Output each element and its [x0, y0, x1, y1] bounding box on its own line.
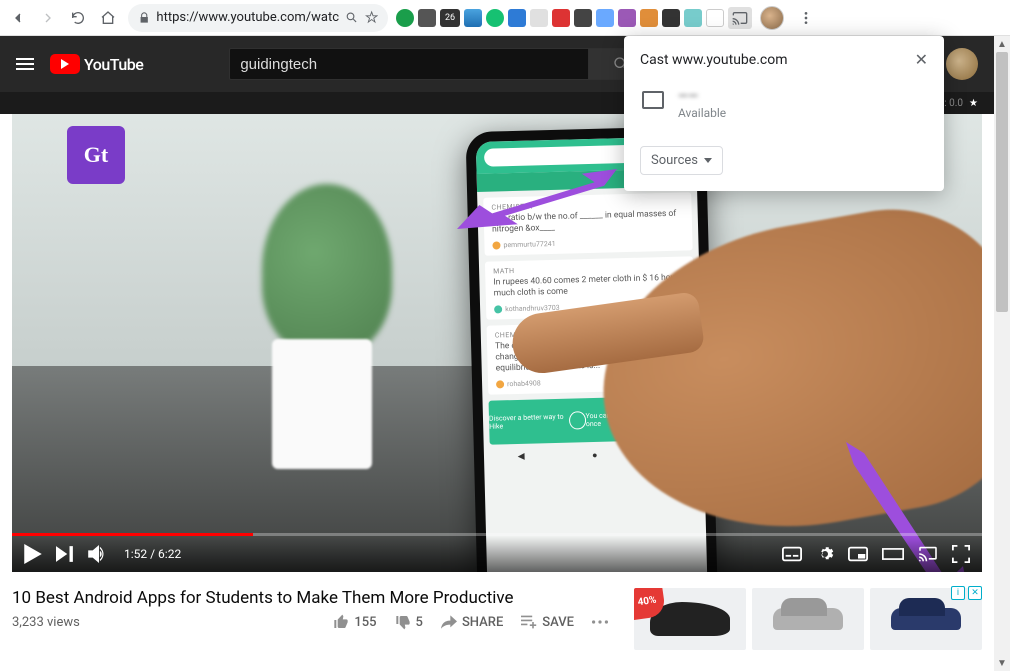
ad-thumbnail[interactable]: [752, 588, 864, 650]
youtube-logo[interactable]: YouTube: [50, 54, 143, 74]
search-input[interactable]: [229, 48, 589, 80]
extension-badge[interactable]: 26: [440, 9, 460, 27]
save-button[interactable]: SAVE: [515, 615, 580, 630]
extension-icon[interactable]: [508, 9, 526, 27]
ad-close-icon[interactable]: ✕: [968, 586, 982, 600]
lock-icon: [138, 11, 150, 25]
extension-icon[interactable]: [464, 9, 482, 27]
share-icon: [441, 615, 457, 629]
extension-icon[interactable]: [418, 9, 436, 27]
extension-icon[interactable]: [574, 9, 592, 27]
view-count: 3,233 views: [12, 615, 80, 630]
play-on-tv-button[interactable]: [918, 546, 938, 562]
youtube-wordmark: YouTube: [84, 55, 143, 74]
bookmark-star-icon[interactable]: [365, 10, 378, 25]
cast-popup: Cast www.youtube.com ✕ —— Available Sour…: [624, 36, 944, 191]
address-bar[interactable]: https://www.youtube.com/watch?...: [128, 4, 388, 32]
browser-toolbar: https://www.youtube.com/watch?... 26: [0, 0, 1010, 36]
extensions-row: 26: [396, 7, 752, 29]
ad-thumbnail[interactable]: 40%: [634, 588, 746, 650]
scroll-down-arrow[interactable]: ▼: [994, 655, 1010, 671]
like-button[interactable]: 155: [327, 614, 382, 630]
extension-icon[interactable]: [706, 9, 724, 27]
tv-icon: [642, 91, 664, 109]
hamburger-menu-icon[interactable]: [16, 58, 34, 70]
chevron-down-icon: [704, 158, 712, 163]
cast-popup-title: Cast www.youtube.com: [640, 52, 788, 68]
volume-button[interactable]: [88, 545, 110, 563]
ad-row: 40% i ✕: [634, 588, 982, 650]
extension-icon[interactable]: [618, 9, 636, 27]
scroll-up-arrow[interactable]: ▲: [994, 36, 1010, 52]
play-button[interactable]: [24, 544, 42, 564]
user-avatar[interactable]: [946, 48, 978, 80]
reload-button[interactable]: [64, 4, 92, 32]
more-horiz-icon: [592, 620, 608, 624]
theater-mode-button[interactable]: [882, 547, 904, 561]
thumb-down-icon: [395, 614, 411, 630]
extension-icon[interactable]: [684, 9, 702, 27]
time-display: 1:52 / 6:22: [124, 547, 181, 561]
close-icon[interactable]: ✕: [915, 50, 928, 69]
subtitles-button[interactable]: [782, 546, 802, 562]
profile-avatar[interactable]: [760, 6, 784, 30]
more-actions-button[interactable]: [586, 620, 614, 624]
extension-icon[interactable]: [486, 9, 504, 27]
nav-forward-button[interactable]: [34, 4, 62, 32]
share-button[interactable]: SHARE: [435, 615, 509, 630]
vertical-scrollbar[interactable]: ▲ ▼: [994, 36, 1010, 671]
home-button[interactable]: [94, 4, 122, 32]
youtube-search: [229, 48, 653, 80]
extension-icon[interactable]: [530, 9, 548, 27]
star-icon[interactable]: ★: [969, 98, 978, 109]
cast-device-status: Available: [678, 106, 726, 120]
extension-icon[interactable]: [662, 9, 680, 27]
cast-sources-button[interactable]: Sources: [640, 146, 723, 175]
playlist-add-icon: [521, 615, 537, 629]
miniplayer-button[interactable]: [848, 546, 868, 562]
cast-device-name: ——: [678, 89, 726, 104]
youtube-play-icon: [50, 54, 80, 74]
settings-button[interactable]: [816, 545, 834, 563]
dislike-button[interactable]: 5: [389, 614, 429, 630]
nav-back-button[interactable]: [4, 4, 32, 32]
extension-icon[interactable]: [596, 9, 614, 27]
video-title: 10 Best Android Apps for Students to Mak…: [12, 588, 614, 608]
toolbar-cast-button[interactable]: [728, 7, 752, 29]
player-controls: 1:52 / 6:22: [12, 536, 982, 572]
extension-icon[interactable]: [640, 9, 658, 27]
extension-icon[interactable]: [552, 9, 570, 27]
next-button[interactable]: [56, 546, 74, 562]
fullscreen-button[interactable]: [952, 545, 970, 563]
scrollbar-thumb[interactable]: [996, 52, 1008, 312]
search-in-omnibox-icon: [345, 10, 358, 25]
url-text: https://www.youtube.com/watch?...: [156, 10, 339, 25]
ad-info-icon[interactable]: i: [951, 586, 965, 600]
chrome-menu-button[interactable]: [792, 4, 820, 32]
cast-device-row[interactable]: —— Available: [624, 75, 944, 134]
video-metadata: 10 Best Android Apps for Students to Mak…: [12, 588, 614, 650]
channel-badge: Gt: [67, 126, 125, 184]
extension-icon[interactable]: [396, 9, 414, 27]
thumb-up-icon: [333, 614, 349, 630]
